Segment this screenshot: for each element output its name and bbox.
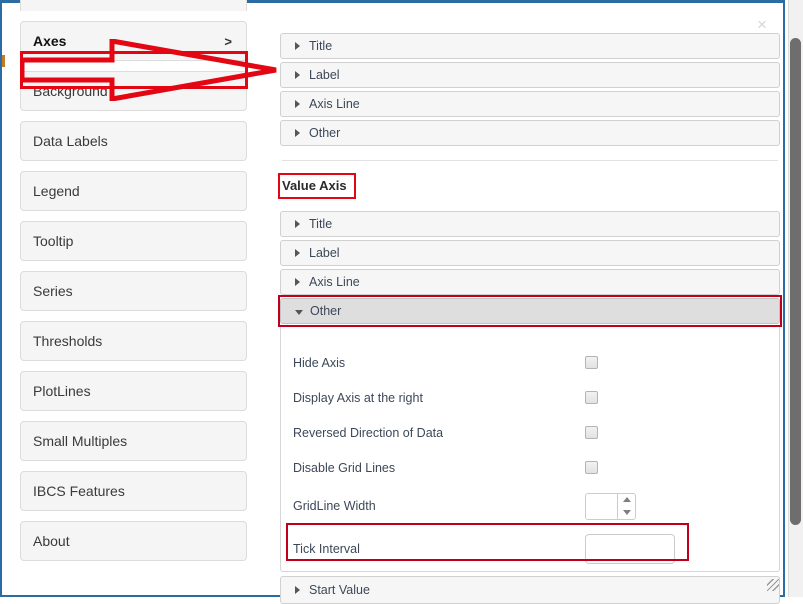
- accordion-value-other[interactable]: Other: [280, 298, 780, 324]
- field-label: Display Axis at the right: [293, 391, 585, 405]
- accordion-label: Label: [309, 68, 340, 82]
- sidebar-item-background[interactable]: Background: [20, 71, 247, 111]
- sidebar-item-legend[interactable]: Legend: [20, 171, 247, 211]
- other-section-body: Hide Axis Display Axis at the right Reve…: [280, 327, 780, 572]
- sidebar-item-tooltip[interactable]: Tooltip: [20, 221, 247, 261]
- field-reversed-direction: Reversed Direction of Data: [281, 415, 779, 450]
- value-axis-heading: Value Axis: [278, 173, 356, 199]
- sidebar-item-series[interactable]: Series: [20, 271, 247, 311]
- checkbox-hide-axis[interactable]: [585, 356, 598, 369]
- accordion-label: Title: [309, 217, 332, 231]
- accordion-category-other[interactable]: Other: [280, 120, 780, 146]
- stepper-down-icon[interactable]: [618, 506, 635, 519]
- sidebar-item-small-multiples[interactable]: Small Multiples: [20, 421, 247, 461]
- accordion-label: Title: [309, 39, 332, 53]
- sidebar-item-thresholds[interactable]: Thresholds: [20, 321, 247, 361]
- accordion-value-title[interactable]: Title: [280, 211, 780, 237]
- chevron-right-icon: [295, 129, 300, 137]
- accordion-label: Other: [309, 126, 340, 140]
- sidebar-item-label: Data Labels: [33, 133, 108, 149]
- sidebar-item-label: Background: [33, 83, 108, 99]
- section-divider: [282, 160, 778, 161]
- stepper-buttons[interactable]: [617, 494, 635, 519]
- chevron-right-icon: [295, 278, 300, 286]
- accordion-value-axis-line[interactable]: Axis Line: [280, 269, 780, 295]
- stepper-up-icon[interactable]: [618, 494, 635, 507]
- dialog-resize-grip[interactable]: [767, 579, 779, 591]
- accordion-label: Other: [310, 304, 341, 318]
- accordion-category-title[interactable]: Title: [280, 33, 780, 59]
- chevron-down-icon: [295, 310, 303, 315]
- field-label: GridLine Width: [293, 499, 585, 513]
- field-display-axis-right: Display Axis at the right: [281, 380, 779, 415]
- chevron-right-icon: [295, 586, 300, 594]
- accordion-label: Axis Line: [309, 275, 360, 289]
- accordion-label: Start Value: [309, 583, 370, 597]
- gridline-width-stepper[interactable]: [585, 493, 636, 520]
- accordion-label: Axis Line: [309, 97, 360, 111]
- sidebar-item-about[interactable]: About: [20, 521, 247, 561]
- sidebar-item-label: Legend: [33, 183, 80, 199]
- sidebar-item-label: Tooltip: [33, 233, 73, 249]
- tick-interval-input[interactable]: [585, 534, 675, 564]
- field-tick-interval: Tick Interval: [281, 527, 779, 571]
- chevron-right-icon: [295, 71, 300, 79]
- sidebar-item-axes[interactable]: Axes >: [20, 21, 247, 61]
- accordion-start-value[interactable]: Start Value: [280, 576, 780, 604]
- sidebar-item-plotlines[interactable]: PlotLines: [20, 371, 247, 411]
- sidebar-item-data-labels[interactable]: Data Labels: [20, 121, 247, 161]
- checkbox-display-axis-right[interactable]: [585, 391, 598, 404]
- page-scrollbar[interactable]: [788, 0, 803, 597]
- chevron-right-icon: [295, 42, 300, 50]
- chevron-right-icon: [295, 220, 300, 228]
- field-gridline-width: GridLine Width: [281, 485, 779, 527]
- sidebar-item-label: IBCS Features: [33, 483, 125, 499]
- sidebar-item-label: Series: [33, 283, 73, 299]
- field-label: Disable Grid Lines: [293, 461, 585, 475]
- field-label: Tick Interval: [293, 542, 585, 556]
- sidebar-item-label: Thresholds: [33, 333, 102, 349]
- checkbox-disable-grid-lines[interactable]: [585, 461, 598, 474]
- axes-settings-panel: Title Label Axis Line Other Value Axis T…: [280, 33, 780, 593]
- sidebar-item-label: Small Multiples: [33, 433, 127, 449]
- accordion-label: Label: [309, 246, 340, 260]
- gridline-width-input[interactable]: [586, 494, 617, 519]
- field-disable-grid-lines: Disable Grid Lines: [281, 450, 779, 485]
- sidebar-item-partial-top[interactable]: [20, 0, 247, 11]
- field-hide-axis: Hide Axis: [281, 345, 779, 380]
- checkbox-reversed-direction[interactable]: [585, 426, 598, 439]
- sidebar-item-label: PlotLines: [33, 383, 91, 399]
- edge-marker: [2, 55, 5, 67]
- field-label: Reversed Direction of Data: [293, 426, 585, 440]
- accordion-category-axis-line[interactable]: Axis Line: [280, 91, 780, 117]
- sidebar-item-ibcs-features[interactable]: IBCS Features: [20, 471, 247, 511]
- chevron-right-icon: [295, 249, 300, 257]
- page-scrollbar-thumb[interactable]: [790, 38, 801, 525]
- sidebar-item-label: Axes: [33, 33, 66, 49]
- field-label: Hide Axis: [293, 356, 585, 370]
- chevron-right-icon: >: [224, 34, 232, 49]
- accordion-category-label[interactable]: Label: [280, 62, 780, 88]
- accordion-value-label[interactable]: Label: [280, 240, 780, 266]
- settings-nav: Axes > Background Data Labels Legend Too…: [20, 0, 247, 595]
- chevron-right-icon: [295, 100, 300, 108]
- settings-dialog: × Axes > Background Data Labels Legend T…: [0, 0, 785, 597]
- sidebar-item-label: About: [33, 533, 70, 549]
